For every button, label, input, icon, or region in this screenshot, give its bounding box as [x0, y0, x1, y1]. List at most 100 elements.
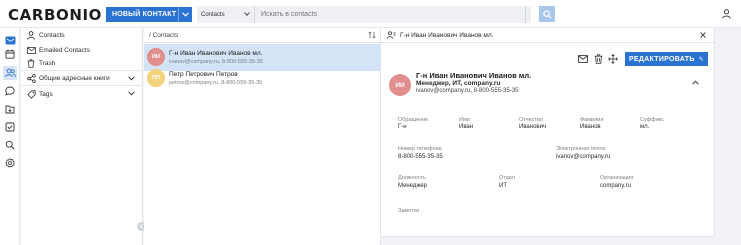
search-icon: [542, 9, 552, 19]
field-label-organization: Организация: [600, 175, 634, 181]
field-label-department: Отдел: [499, 175, 515, 181]
contacts-icon: [4, 68, 16, 78]
search-button[interactable]: [539, 6, 555, 22]
home-icon: [5, 36, 15, 44]
avatar: ИИ: [147, 48, 165, 66]
rail-files[interactable]: [3, 102, 17, 116]
search-bar: Contacts: [197, 6, 531, 23]
settings-icon: [5, 158, 15, 168]
field-value-prefix: Г-н: [398, 124, 407, 130]
field-label-job-title: Должность: [398, 175, 426, 181]
tasks-icon: [5, 122, 15, 132]
trash-icon: [594, 54, 602, 64]
rail-chat[interactable]: [3, 84, 17, 98]
sidebar-item-emailed-contacts[interactable]: Emailed Contacts: [21, 43, 143, 57]
search-icon: [5, 140, 15, 150]
field-label-prefix: Обращение: [398, 117, 429, 123]
search-scrollbar[interactable]: [525, 6, 531, 23]
delete-button[interactable]: [593, 54, 603, 64]
search-module-label: Contacts: [201, 11, 225, 18]
user-account-button[interactable]: [720, 8, 732, 20]
tag-icon: [26, 89, 36, 99]
sidebar-item-trash[interactable]: Trash: [21, 57, 143, 71]
field-label-notes: Заметки: [398, 208, 420, 214]
calendar-icon: [5, 49, 15, 59]
field-value-first-name: Иван: [459, 124, 474, 130]
field-label-last-name: Фамилия: [580, 117, 604, 123]
edit-button[interactable]: РЕДАКТИРОВАТЬ ✎: [625, 52, 708, 66]
contact-summary-line: ivanov@company.ru, 8-800-555-35-35: [416, 88, 519, 94]
field-label-first-name: Имя: [459, 117, 470, 123]
chevron-down-icon[interactable]: [178, 7, 192, 22]
field-value-job-title: Менеджер: [398, 183, 428, 189]
sidebar-item-label: Tags: [39, 90, 53, 98]
contact-job-summary: Менеджер, ИТ, company.ru: [416, 80, 501, 87]
chevron-down-icon[interactable]: [127, 74, 136, 83]
app-logo: CARBONIO: [8, 6, 103, 24]
contact-name: Петр Петрович Петров: [169, 71, 238, 78]
user-icon: [721, 9, 731, 19]
contact-full-name: Г-н Иван Иванович Иванов мл.: [416, 71, 532, 80]
detail-header-title: Г-н Иван Иванович Иванов мл.: [400, 31, 494, 39]
avatar: ПП: [147, 69, 165, 87]
contact-details: petrov@company.ru, 8-800-555-35-35: [169, 80, 263, 86]
move-icon: [608, 54, 618, 64]
field-value-department: ИТ: [499, 183, 507, 189]
sidebar-item-label: Общие адресные книги: [39, 75, 110, 82]
module-rail: [0, 28, 20, 245]
move-button[interactable]: [608, 54, 618, 64]
new-contact-button[interactable]: НОВЫЙ КОНТАКТ: [106, 7, 192, 22]
chevron-down-icon[interactable]: [127, 89, 136, 98]
folder-sidebar: Contacts Emailed Contacts Trash Общие ад…: [21, 28, 143, 245]
sidebar-item-shared-address-books[interactable]: Общие адресные книги: [21, 72, 143, 86]
files-icon: [5, 105, 15, 114]
list-breadcrumb: / Contacts: [144, 28, 381, 43]
chevron-up-icon[interactable]: [691, 78, 700, 87]
field-value-suffix: мл.: [640, 124, 650, 130]
field-value-last-name: Иванов: [580, 124, 601, 130]
sidebar-item-tags[interactable]: Tags: [21, 87, 143, 101]
field-value-organization: company.ru: [600, 183, 631, 189]
contact-name: Г-н Иван Иванович Иванов мл.: [169, 50, 263, 57]
sidebar-item-label: Contacts: [39, 31, 65, 39]
contact-row[interactable]: ПП Петр Петрович Петров petrov@company.r…: [144, 65, 381, 92]
field-value-middle-name: Иванович: [519, 124, 547, 130]
trash-icon: [26, 59, 36, 69]
sidebar-item-label: Emailed Contacts: [39, 46, 90, 54]
breadcrumb-label: / Contacts: [149, 31, 179, 39]
sidebar-item-contacts[interactable]: Contacts: [21, 28, 143, 42]
chevron-down-icon: [244, 11, 250, 18]
field-label-middle-name: Отчество: [519, 117, 543, 123]
rail-settings[interactable]: [3, 156, 17, 170]
share-icon: [26, 74, 36, 84]
envelope-icon: [26, 45, 36, 55]
new-contact-label: НОВЫЙ КОНТАКТ: [112, 11, 177, 18]
rail-calendar[interactable]: [3, 47, 17, 61]
rail-contacts[interactable]: [3, 66, 17, 80]
sidebar-item-label: Trash: [39, 60, 56, 67]
rail-tasks[interactable]: [3, 120, 17, 134]
field-value-phone: 8-800-555-35-35: [398, 154, 443, 160]
field-label-phone: Номер телефона: [398, 146, 442, 152]
search-module-select[interactable]: Contacts: [197, 6, 255, 23]
contact-detail-panel: Г-н Иван Иванович Иванов мл. РЕДАКТИРОВА…: [381, 28, 715, 237]
edit-button-label: РЕДАКТИРОВАТЬ: [628, 55, 695, 63]
field-label-email: Электронная почта: [556, 146, 606, 152]
person-icon: [26, 30, 36, 40]
field-value-email: ivanov@company.ru: [556, 154, 611, 160]
send-email-button[interactable]: [578, 54, 588, 64]
rail-search[interactable]: [3, 138, 17, 152]
chat-icon: [5, 86, 15, 96]
avatar: ИИ: [389, 74, 411, 96]
close-icon[interactable]: [699, 31, 707, 39]
detail-header: Г-н Иван Иванович Иванов мл.: [381, 28, 715, 43]
contact-card-icon: [387, 31, 396, 40]
pencil-icon: ✎: [698, 56, 705, 63]
field-label-suffix: Суффикс: [640, 117, 665, 123]
search-input[interactable]: [255, 6, 525, 23]
sort-icon[interactable]: [368, 31, 376, 39]
envelope-icon: [578, 55, 588, 63]
rail-home[interactable]: [3, 33, 17, 47]
contact-list: / Contacts ИИ Г-н Иван Иванович Иванов м…: [144, 28, 381, 245]
top-bar: CARBONIO НОВЫЙ КОНТАКТ Contacts: [0, 0, 741, 28]
